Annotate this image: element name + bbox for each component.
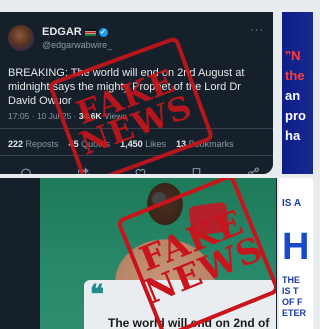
adjacent-text: OF F — [282, 297, 303, 307]
reposts-label: Reposts — [23, 139, 59, 149]
handle[interactable]: @edgarwabwire_ — [42, 40, 112, 50]
adjacent-text: IS A — [282, 198, 302, 209]
adjacent-text: pro — [285, 108, 306, 123]
display-name[interactable]: EDGAR — [42, 26, 82, 38]
adjacent-text: "N — [285, 48, 301, 63]
adjacent-text: the — [285, 68, 305, 83]
action-bar — [20, 167, 260, 174]
tweet-card[interactable]: EDGAR ✓ @edgarwabwire_ ··· BREAKING: The… — [0, 12, 273, 174]
reposts-stat[interactable]: 222 Reposts — [8, 139, 59, 149]
quote-icon: ❝ — [90, 280, 104, 310]
share-icon[interactable] — [247, 167, 260, 174]
more-options-icon[interactable]: ··· — [250, 24, 264, 36]
image-post[interactable]: ❝ The world will end on 2nd of FAKE NEWS — [0, 178, 277, 329]
adjacent-text: ETER — [282, 308, 307, 318]
adjacent-text: H — [282, 226, 310, 268]
reposts-count: 222 — [8, 139, 24, 149]
verified-icon: ✓ — [98, 27, 108, 37]
adjacent-text: THE — [282, 275, 300, 285]
post-photo: ❝ The world will end on 2nd of FAKE NEWS — [40, 178, 276, 329]
fake-news-stamp: FAKE NEWS — [47, 35, 215, 174]
adjacent-text: an — [285, 88, 301, 103]
like-icon[interactable] — [134, 167, 147, 174]
adjacent-text: IS T — [282, 286, 299, 296]
display-name-row[interactable]: EDGAR ✓ — [42, 26, 108, 38]
adjacent-image-top: "N the an pro ha — [282, 12, 313, 174]
kenya-flag-icon — [84, 28, 96, 36]
avatar[interactable] — [8, 25, 34, 51]
adjacent-image-bottom: IS A H THE IS T OF F ETER — [279, 178, 313, 329]
bookmark-icon[interactable] — [190, 167, 203, 174]
adjacent-text: ha — [285, 128, 301, 143]
reply-icon[interactable] — [20, 167, 33, 174]
